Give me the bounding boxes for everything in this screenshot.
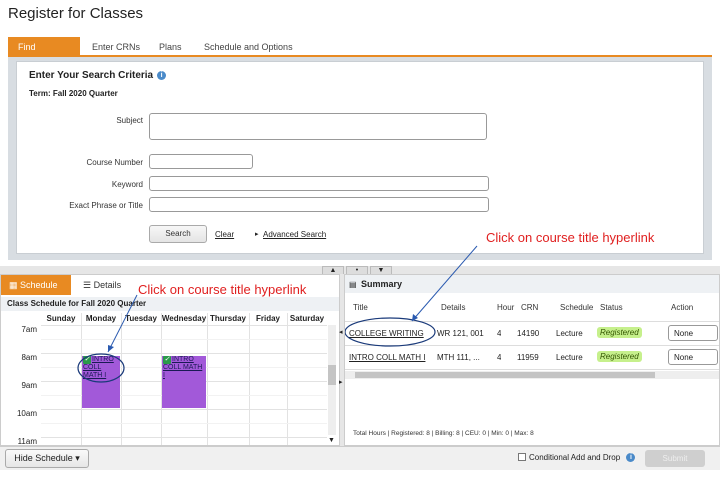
info-icon[interactable]: i [157, 71, 167, 80]
clear-link[interactable]: Clear [215, 230, 234, 239]
summary-pane: Summary ▤ Title Details Hour CRN Schedul… [344, 274, 720, 446]
expand-left-icon[interactable]: ◂ [339, 328, 343, 336]
tab-bar: Find Classes Enter CRNs Plans Schedule a… [8, 37, 712, 72]
keyword-label: Keyword [111, 180, 143, 189]
subject-input[interactable] [149, 113, 487, 140]
tab-enter-crns[interactable]: Enter CRNs [82, 37, 150, 57]
subject-label: Subject [116, 116, 143, 125]
tab-plans[interactable]: Plans [149, 37, 192, 57]
tab-schedule-options[interactable]: Schedule and Options [194, 37, 303, 57]
keyword-input[interactable] [149, 176, 489, 191]
conditional-add-drop[interactable]: Conditional Add and Drop i [518, 453, 636, 462]
search-heading-text: Enter Your Search Criteria [29, 70, 154, 81]
course-number-input[interactable] [149, 154, 253, 169]
hide-schedule-button[interactable]: Hide Schedule ▾ [5, 449, 89, 468]
expand-right-icon[interactable]: ▸ [339, 378, 343, 386]
caret-right-icon: ▸ [255, 231, 259, 238]
search-heading: Enter Your Search Criteria i [29, 70, 167, 81]
search-form: Enter Your Search Criteria i Term: Fall 2… [16, 61, 704, 254]
annotation-circle-schedule [77, 353, 125, 383]
exact-phrase-label: Exact Phrase or Title [69, 201, 143, 210]
scroll-down-icon[interactable]: ▼ [328, 437, 335, 444]
bottom-bar: Hide Schedule ▾ Conditional Add and Drop… [0, 446, 720, 470]
schedule-pane: ▦ Schedule ☰ Details Class Schedule for … [0, 274, 340, 446]
info-icon[interactable]: i [626, 453, 636, 462]
advanced-search-link[interactable]: Advanced Search [263, 230, 326, 239]
conditional-checkbox[interactable] [518, 453, 526, 461]
annotation-summary: Click on course title hyperlink [486, 230, 655, 245]
term-label: Term: Fall 2020 Quarter [29, 89, 118, 98]
conditional-label: Conditional Add and Drop [529, 453, 621, 462]
course-number-label: Course Number [86, 158, 143, 167]
schedule-scrollbar[interactable] [328, 325, 336, 435]
scrollbar-thumb[interactable] [328, 365, 336, 385]
exact-phrase-input[interactable] [149, 197, 489, 212]
search-button[interactable]: Search [149, 225, 207, 243]
tab-find-classes[interactable]: Find Classes [8, 37, 80, 72]
annotation-schedule: Click on course title hyperlink [138, 282, 307, 297]
page-title: Register for Classes [8, 5, 144, 22]
submit-button[interactable]: Submit [645, 450, 705, 467]
annotation-circle-summary [345, 317, 436, 347]
